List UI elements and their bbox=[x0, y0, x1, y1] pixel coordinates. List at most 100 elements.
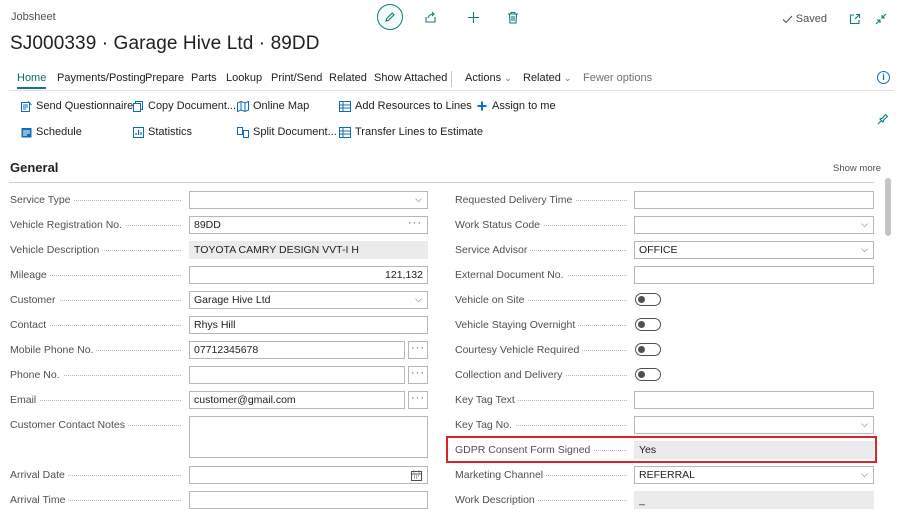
vehicle-staying-overnight-toggle[interactable] bbox=[635, 318, 661, 331]
schedule-label: Schedule bbox=[36, 126, 82, 138]
copy-document-icon bbox=[132, 100, 144, 112]
tab-actions[interactable]: Actions ⌄ bbox=[465, 72, 512, 84]
saved-label: Saved bbox=[795, 13, 827, 25]
tab-related-menu[interactable]: Related ⌄ bbox=[523, 72, 571, 84]
work-description-field[interactable]: _ bbox=[634, 491, 874, 509]
action-bar-separator bbox=[451, 71, 452, 87]
add-lines-icon bbox=[339, 100, 351, 112]
vehicle-staying-overnight-label: Vehicle Staying Overnight bbox=[455, 319, 631, 331]
chevron-down-icon: ⌵ bbox=[861, 219, 868, 229]
tab-parts[interactable]: Parts bbox=[191, 72, 217, 84]
share-icon bbox=[424, 11, 436, 23]
share-button[interactable] bbox=[420, 7, 440, 27]
vehicle-on-site-toggle[interactable] bbox=[635, 293, 661, 306]
chevron-down-icon: ⌄ bbox=[504, 73, 512, 83]
transfer-lines-label: Transfer Lines to Estimate bbox=[355, 126, 483, 138]
arrival-time-field[interactable] bbox=[189, 491, 428, 509]
vehicle-registration-field[interactable]: 89DD ··· bbox=[189, 216, 428, 234]
service-type-label: Service Type bbox=[10, 194, 185, 206]
tab-related[interactable]: Related bbox=[329, 72, 367, 84]
mileage-label: Mileage bbox=[10, 269, 185, 281]
delete-button[interactable] bbox=[503, 7, 523, 27]
tab-payments-posting[interactable]: Payments/Posting bbox=[57, 72, 146, 84]
tab-show-attached[interactable]: Show Attached bbox=[374, 72, 447, 84]
open-new-window-icon bbox=[849, 13, 861, 25]
assign-to-me-command[interactable]: Assign to me bbox=[476, 100, 556, 112]
requested-delivery-field[interactable] bbox=[634, 191, 874, 209]
show-more-link[interactable]: Show more bbox=[833, 163, 881, 174]
online-map-label: Online Map bbox=[253, 100, 310, 112]
customer-select[interactable]: Garage Hive Ltd ⌵ bbox=[189, 291, 428, 309]
calendar-icon bbox=[411, 470, 422, 481]
phone-more-button[interactable]: ··· bbox=[408, 366, 428, 384]
key-tag-text-label: Key Tag Text bbox=[455, 394, 631, 406]
work-status-label: Work Status Code bbox=[455, 219, 631, 231]
transfer-lines-command[interactable]: Transfer Lines to Estimate bbox=[339, 126, 483, 138]
trash-icon bbox=[508, 11, 518, 24]
vehicle-description-field: TOYOTA CAMRY DESIGN VVT-I H bbox=[189, 241, 428, 259]
phone-field[interactable] bbox=[189, 366, 405, 384]
key-tag-text-field[interactable] bbox=[634, 391, 874, 409]
chevron-down-icon: ⌵ bbox=[861, 244, 868, 254]
service-type-select[interactable]: ⌵ bbox=[189, 191, 428, 209]
schedule-command[interactable]: Schedule bbox=[20, 126, 82, 138]
work-status-select[interactable]: ⌵ bbox=[634, 216, 874, 234]
tab-prepare[interactable]: Prepare bbox=[145, 72, 184, 84]
fewer-options-button[interactable]: Fewer options bbox=[583, 72, 652, 84]
plus-icon bbox=[476, 100, 488, 112]
phone-label: Phone No. bbox=[10, 369, 185, 381]
statistics-command[interactable]: Statistics bbox=[132, 126, 192, 138]
marketing-channel-label: Marketing Channel bbox=[455, 469, 631, 481]
section-title-general[interactable]: General bbox=[10, 160, 58, 175]
email-field[interactable]: customer@gmail.com bbox=[189, 391, 405, 409]
marketing-channel-select[interactable]: REFERRAL ⌵ bbox=[634, 466, 874, 484]
pin-button[interactable] bbox=[877, 113, 889, 128]
page-kind-caption: Jobsheet bbox=[11, 11, 56, 23]
mileage-field[interactable]: 121,132 bbox=[189, 266, 428, 284]
collapse-button[interactable] bbox=[871, 9, 891, 29]
section-divider bbox=[9, 182, 874, 183]
mobile-phone-field[interactable]: 07712345678 bbox=[189, 341, 405, 359]
requested-delivery-label: Requested Delivery Time bbox=[455, 194, 631, 206]
page-title: SJ000339 · Garage Hive Ltd · 89DD bbox=[10, 33, 320, 54]
service-advisor-label: Service Advisor bbox=[455, 244, 631, 256]
ellipsis-icon[interactable]: ··· bbox=[408, 217, 422, 229]
service-advisor-select[interactable]: OFFICE ⌵ bbox=[634, 241, 874, 259]
open-new-window-button[interactable] bbox=[845, 9, 865, 29]
arrival-date-field[interactable] bbox=[189, 466, 428, 484]
key-tag-no-select[interactable]: ⌵ bbox=[634, 416, 874, 434]
online-map-command[interactable]: Online Map bbox=[237, 100, 309, 112]
email-more-button[interactable]: ··· bbox=[408, 391, 428, 409]
tab-home[interactable]: Home bbox=[17, 72, 47, 89]
chevron-down-icon: ⌵ bbox=[861, 469, 868, 479]
tab-print-send[interactable]: Print/Send bbox=[271, 72, 322, 84]
tab-related-menu-label: Related bbox=[523, 72, 561, 84]
email-label: Email bbox=[10, 394, 185, 406]
external-document-label: External Document No. bbox=[455, 269, 631, 281]
customer-contact-notes-textarea[interactable] bbox=[189, 416, 428, 458]
vertical-scrollbar[interactable] bbox=[885, 178, 891, 236]
mobile-phone-label: Mobile Phone No. bbox=[10, 344, 185, 356]
tab-lookup[interactable]: Lookup bbox=[226, 72, 262, 84]
add-resources-command[interactable]: Add Resources to Lines bbox=[339, 100, 472, 112]
collapse-icon bbox=[875, 13, 887, 25]
customer-contact-notes-label: Customer Contact Notes bbox=[10, 419, 185, 431]
external-document-field[interactable] bbox=[634, 266, 874, 284]
mobile-phone-more-button[interactable]: ··· bbox=[408, 341, 428, 359]
vehicle-on-site-label: Vehicle on Site bbox=[455, 294, 631, 306]
customer-label: Customer bbox=[10, 294, 185, 306]
split-document-command[interactable]: Split Document... bbox=[237, 126, 337, 138]
courtesy-vehicle-label: Courtesy Vehicle Required bbox=[455, 344, 631, 356]
transfer-lines-icon bbox=[339, 126, 351, 138]
courtesy-vehicle-toggle[interactable] bbox=[635, 343, 661, 356]
new-button[interactable] bbox=[463, 7, 483, 27]
info-icon[interactable]: i bbox=[877, 71, 890, 84]
schedule-icon bbox=[20, 126, 32, 138]
copy-document-command[interactable]: Copy Document... bbox=[132, 100, 236, 112]
tab-actions-label: Actions bbox=[465, 72, 502, 84]
edit-button[interactable] bbox=[377, 4, 403, 30]
collection-delivery-toggle[interactable] bbox=[635, 368, 661, 381]
split-document-icon bbox=[237, 126, 249, 138]
contact-field[interactable]: Rhys Hill bbox=[189, 316, 428, 334]
send-questionnaire-command[interactable]: Send Questionnaire bbox=[20, 100, 133, 112]
